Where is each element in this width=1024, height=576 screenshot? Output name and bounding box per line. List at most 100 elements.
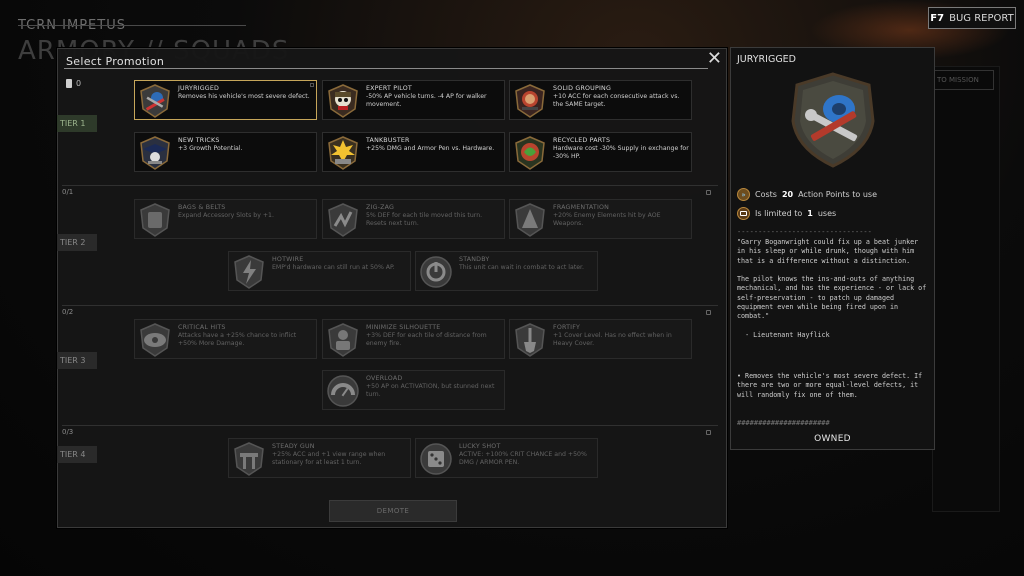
cost-suffix: Action Points to use [798, 190, 877, 199]
action-points-icon: » [737, 188, 750, 201]
promotion-name: STEADY GUN [272, 443, 315, 450]
promotion-description: Expand Accessory Slots by +1. [178, 212, 274, 219]
detail-divider-bottom: ###################### [737, 419, 830, 427]
wrench-tape-icon [789, 71, 877, 169]
promotion-description: +20% Enemy Elements hit by AOE Weapons. [553, 212, 661, 227]
promotion-description: +3 Growth Potential. [178, 145, 243, 152]
promotion-points: 0 [66, 79, 81, 88]
dice-icon [418, 441, 454, 477]
detail-effect-text: • Removes the vehicle's most severe defe… [737, 372, 927, 399]
detail-limit-row: Is limited to 1 uses [737, 207, 836, 220]
bag-icon [137, 202, 173, 238]
tier-3-label: TIER 3 [57, 352, 97, 369]
promotion-description: +10 ACC for each consecutive attack vs. … [553, 93, 680, 108]
owned-status: OWNED [814, 434, 851, 444]
cost-value: 20 [781, 190, 794, 199]
shovel-icon [512, 322, 548, 358]
gauge-icon [325, 373, 361, 409]
promotion-name: MINIMIZE SILHOUETTE [366, 324, 441, 331]
promotion-name: RECYCLED PARTS [553, 137, 611, 144]
recycle-icon [512, 135, 548, 171]
critical-icon [137, 322, 173, 358]
promotion-card-minimize-silhouette[interactable]: MINIMIZE SILHOUETTE +3% DEF for each til… [322, 319, 505, 359]
bug-report-key: F7 [930, 12, 945, 24]
promotion-description: 5% DEF for each tile moved this turn. Re… [366, 212, 483, 227]
fragmentation-icon [512, 202, 548, 238]
cost-prefix: Costs [755, 190, 777, 199]
promotion-description: Attacks have a +25% chance to inflict +5… [178, 332, 297, 347]
tier-separator [62, 185, 718, 186]
promotion-detail-panel: JURYRIGGED » Costs 20 Action Points to u… [730, 47, 935, 450]
modal-header-divider [64, 68, 708, 69]
promotion-card-recycled-parts[interactable]: RECYCLED PARTS Hardware cost -30% Supply… [509, 132, 692, 172]
promotion-name: JURYRIGGED [178, 85, 220, 92]
promotion-description: Hardware cost -30% Supply in exchange fo… [553, 145, 689, 160]
promotion-card-solid-grouping[interactable]: SOLID GROUPING +10 ACC for each consecut… [509, 80, 692, 120]
grouping-icon [512, 83, 548, 119]
uses-icon [737, 207, 750, 220]
promotion-name: CRITICAL HITS [178, 324, 226, 331]
promotion-name: SOLID GROUPING [553, 85, 612, 92]
promotion-name: TANKBUSTER [366, 137, 410, 144]
skull-pilot-icon [325, 83, 361, 119]
limit-value: 1 [807, 209, 813, 218]
wrench-tape-icon [137, 83, 173, 119]
promotion-card-lucky-shot[interactable]: LUCKY SHOT ACTIVE: +100% CRIT CHANCE and… [415, 438, 598, 478]
tier-separator [62, 305, 718, 306]
hotwire-icon [231, 254, 267, 290]
steady-icon [231, 441, 267, 477]
promotion-description: +50 AP on ACTIVATION, but stunned next t… [366, 383, 495, 398]
background-right-panel [932, 66, 1000, 512]
promotion-card-juryrigged[interactable]: JURYRIGGED Removes his vehicle's most se… [134, 80, 317, 120]
background-side-panel [14, 76, 58, 496]
promotion-card-steady-gun[interactable]: STEADY GUN +25% ACC and +1 view range wh… [228, 438, 411, 478]
promotion-name: EXPERT PILOT [366, 85, 412, 92]
promotion-name: FORTIFY [553, 324, 581, 331]
promotion-name: NEW TRICKS [178, 137, 220, 144]
promotion-description: +25% ACC and +1 view range when stationa… [272, 451, 386, 466]
promotion-card-new-tricks[interactable]: NEW TRICKS +3 Growth Potential. [134, 132, 317, 172]
lock-icon [706, 310, 711, 315]
silhouette-icon [325, 322, 361, 358]
promotion-card-tankbuster[interactable]: TANKBUSTER +25% DMG and Armor Pen vs. Ha… [322, 132, 505, 172]
tier-4-label: TIER 4 [57, 446, 97, 463]
promotion-card-hotwire[interactable]: HOTWIRE EMP'd hardware can still run at … [228, 251, 411, 291]
promotion-card-expert-pilot[interactable]: EXPERT PILOT -50% AP vehicle turns. -4 A… [322, 80, 505, 120]
corner-marker [310, 83, 314, 87]
tier-1-label: TIER 1 [57, 115, 97, 132]
promotion-name: ZIG-ZAG [366, 204, 395, 211]
detail-divider-top: -------------------------------- [737, 228, 872, 236]
promotion-description: This unit can wait in combat to act late… [459, 264, 584, 271]
promotion-card-bags-belts[interactable]: BAGS & BELTS Expand Accessory Slots by +… [134, 199, 317, 239]
promotion-card-critical-hits[interactable]: CRITICAL HITS Attacks have a +25% chance… [134, 319, 317, 359]
demote-button[interactable]: DEMOTE [329, 500, 457, 522]
promotion-card-zig-zag[interactable]: ZIG-ZAG 5% DEF for each tile moved this … [322, 199, 505, 239]
promotion-description: +1 Cover Level. Has no effect when in He… [553, 332, 672, 347]
promotion-card-fortify[interactable]: FORTIFY +1 Cover Level. Has no effect wh… [509, 319, 692, 359]
promotion-points-icon [66, 79, 72, 88]
limit-prefix: Is limited to [755, 209, 803, 218]
limit-suffix: uses [817, 209, 837, 218]
promotion-name: LUCKY SHOT [459, 443, 501, 450]
promotion-card-standby[interactable]: STANDBY This unit can wait in combat to … [415, 251, 598, 291]
promotion-name: FRAGMENTATION [553, 204, 610, 211]
promotion-name: STANDBY [459, 256, 490, 263]
close-icon[interactable]: ✕ [707, 50, 722, 68]
promotion-points-value: 0 [76, 79, 82, 88]
tier-2-label: TIER 2 [57, 234, 97, 251]
to-mission-button[interactable]: TO MISSION [932, 70, 994, 90]
bug-report-label: BUG REPORT [949, 12, 1014, 24]
promotion-description: +3% DEF for each tile of distance from e… [366, 332, 487, 347]
tier-2-count: 0/1 [62, 188, 74, 196]
detail-flavor-text: "Garry Boganwright could fix up a beat j… [737, 238, 927, 339]
tier-separator [62, 425, 718, 426]
lock-icon [706, 190, 711, 195]
bug-report-button[interactable]: F7 BUG REPORT [928, 7, 1016, 29]
explosion-icon [325, 135, 361, 171]
promotion-description: Removes his vehicle's most severe defect… [178, 93, 310, 100]
promotion-card-fragmentation[interactable]: FRAGMENTATION +20% Enemy Elements hit by… [509, 199, 692, 239]
promotion-card-overload[interactable]: OVERLOAD +50 AP on ACTIVATION, but stunn… [322, 370, 505, 410]
tier-3-count: 0/2 [62, 308, 74, 316]
promotion-name: HOTWIRE [272, 256, 304, 263]
promotion-description: -50% AP vehicle turns. -4 AP for walker … [366, 93, 487, 108]
